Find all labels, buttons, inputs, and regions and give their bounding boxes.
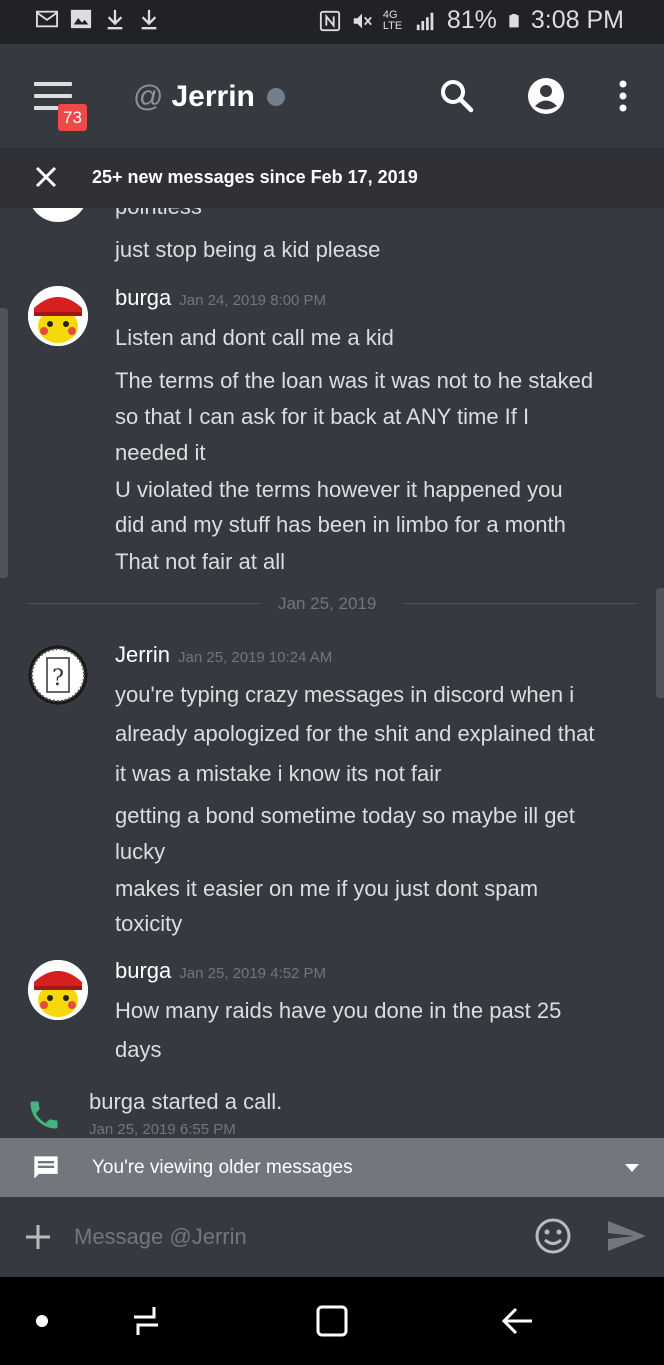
channel-title: @ Jerrin xyxy=(133,80,285,114)
message-icon xyxy=(34,1156,58,1179)
older-messages-bar[interactable]: You're viewing older messages xyxy=(0,1138,664,1197)
new-messages-text: 25+ new messages since Feb 17, 2019 xyxy=(92,167,418,187)
gmail-icon xyxy=(36,10,58,28)
composer xyxy=(0,1197,664,1277)
at-sign: @ xyxy=(133,80,164,113)
message-line: pointless xyxy=(115,208,202,220)
scroll-indicator-right[interactable] xyxy=(656,588,664,698)
status-bar: 4G LTE 81% 3:08 PM xyxy=(0,0,664,44)
new-messages-bar[interactable]: 25+ new messages since Feb 17, 2019 xyxy=(0,148,664,208)
date-divider: Jan 25, 2019 xyxy=(278,594,377,613)
call-timestamp: Jan 25, 2019 6:55 PM xyxy=(89,1121,236,1138)
author-name: Jerrin xyxy=(115,642,171,667)
app-bar: 73 @ Jerrin xyxy=(0,44,664,148)
message-line: days xyxy=(115,1037,162,1062)
add-attachment-icon[interactable] xyxy=(24,1223,52,1251)
call-text: burga started a call. xyxy=(89,1089,283,1114)
message-line: How many raids have you done in the past… xyxy=(115,998,562,1023)
close-icon[interactable] xyxy=(34,165,58,189)
message-author[interactable]: burga Jan 25, 2019 4:52 PM xyxy=(115,958,326,984)
search-icon[interactable] xyxy=(437,76,477,116)
chevron-down-icon[interactable] xyxy=(624,1162,640,1174)
send-icon[interactable] xyxy=(606,1219,648,1253)
message-author[interactable]: Jerrin Jan 25, 2019 10:24 AM xyxy=(115,642,332,668)
svg-text:?: ? xyxy=(52,666,64,691)
author-name: burga xyxy=(115,958,172,983)
mute-icon xyxy=(353,13,372,28)
avatar-burga[interactable] xyxy=(28,286,88,346)
message-input[interactable] xyxy=(74,1217,514,1257)
message-line: lucky xyxy=(115,839,166,864)
phone-icon xyxy=(30,1101,58,1129)
message-line: already apologized for the shit and expl… xyxy=(115,721,595,746)
message-timestamp: Jan 24, 2019 8:00 PM xyxy=(179,292,327,309)
pikachu-avatar-icon xyxy=(28,960,88,1020)
message-author[interactable]: burga Jan 24, 2019 8:00 PM xyxy=(115,285,326,311)
message-line: The terms of the loan was it was not to … xyxy=(115,368,594,393)
network-type: 4G LTE xyxy=(382,8,403,32)
emoji-icon[interactable] xyxy=(534,1217,572,1255)
download-icon xyxy=(107,9,123,30)
navigation-bar xyxy=(0,1277,664,1365)
battery-icon xyxy=(509,13,519,27)
recents-icon[interactable] xyxy=(128,1303,164,1339)
image-icon xyxy=(70,9,92,29)
avatar-burga[interactable] xyxy=(28,960,88,1020)
dot-icon[interactable] xyxy=(36,1315,48,1327)
profile-icon[interactable] xyxy=(526,76,566,116)
older-messages-text: You're viewing older messages xyxy=(92,1157,353,1178)
message-line: toxicity xyxy=(115,911,183,936)
unread-badge: 73 xyxy=(58,104,87,131)
avatar-jerrin[interactable]: ? xyxy=(28,645,88,705)
message-line: you're typing crazy messages in discord … xyxy=(115,682,575,707)
scroll-indicator-left xyxy=(0,308,8,578)
nfc-icon xyxy=(319,10,340,31)
back-icon[interactable] xyxy=(500,1303,536,1339)
message-line: it was a mistake i know its not fair xyxy=(115,761,442,786)
clock: 3:08 PM xyxy=(530,6,624,34)
author-name: burga xyxy=(115,285,172,310)
avatar-partial xyxy=(28,208,88,222)
status-indicator xyxy=(266,88,285,106)
battery-percent: 81% xyxy=(446,6,497,34)
message-line: makes it easier on me if you just dont s… xyxy=(115,876,539,901)
channel-name: Jerrin xyxy=(171,80,255,113)
message-line: getting a bond sometime today so maybe i… xyxy=(115,803,575,828)
signal-icon xyxy=(416,12,434,30)
message-list[interactable]: pointless just stop being a kid please b… xyxy=(0,208,664,1138)
pikachu-avatar-icon xyxy=(28,286,88,346)
overflow-menu-icon[interactable] xyxy=(603,76,643,116)
question-avatar-icon: ? xyxy=(28,645,88,705)
message-line: Listen and dont call me a kid xyxy=(115,325,394,350)
system-icons: 4G LTE 81% 3:08 PM xyxy=(319,6,624,35)
divider-line xyxy=(404,603,636,604)
message-line: U violated the terms however it happened… xyxy=(115,477,563,502)
message-line: needed it xyxy=(115,440,206,465)
message-line: so that I can ask for it back at ANY tim… xyxy=(115,404,530,429)
message-timestamp: Jan 25, 2019 4:52 PM xyxy=(179,965,327,982)
message-timestamp: Jan 25, 2019 10:24 AM xyxy=(178,649,333,666)
message-line: That not fair at all xyxy=(115,549,285,574)
home-icon[interactable] xyxy=(314,1303,350,1339)
download-icon xyxy=(141,9,157,30)
notification-icons xyxy=(36,8,160,30)
message-line: did and my stuff has been in limbo for a… xyxy=(115,512,566,537)
divider-line xyxy=(28,603,260,604)
message-line: just stop being a kid please xyxy=(115,237,381,262)
